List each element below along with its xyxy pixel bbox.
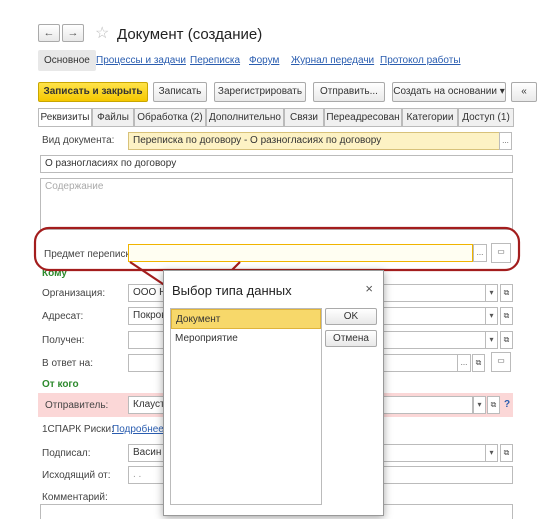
type-list: Документ Мероприятие (170, 308, 322, 505)
dialog-title: Выбор типа данных (172, 283, 292, 298)
close-icon[interactable]: × (365, 281, 373, 296)
cancel-button[interactable]: Отмена (325, 330, 377, 347)
annotation-ellipse (33, 226, 521, 272)
type-select-dialog: Выбор типа данных × Документ Мероприятие… (163, 270, 384, 516)
list-item-document[interactable]: Документ (171, 309, 321, 329)
ok-button[interactable]: OK (325, 308, 377, 325)
list-item-event[interactable]: Мероприятие (171, 329, 321, 349)
